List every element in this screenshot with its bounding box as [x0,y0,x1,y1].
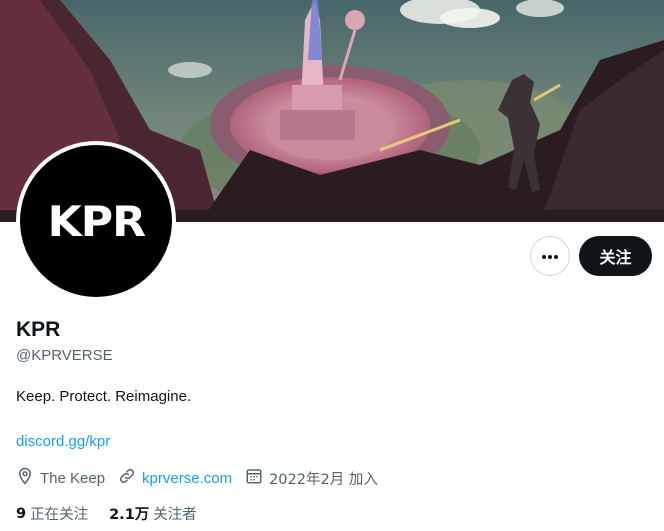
website-item: kprverse.com [118,467,232,489]
profile-handle: @KPRVERSE [16,347,113,364]
follow-button[interactable]: 关注 [579,236,652,276]
profile-name: KPR [16,318,61,341]
calendar-icon [245,467,269,489]
followers-stat[interactable]: 2.1万 关注者 [109,503,197,524]
profile-avatar[interactable]: KPR [16,141,176,301]
location-pin-icon [16,467,40,489]
followers-count: 2.1万 [109,507,150,523]
following-label: 正在关注 [30,507,89,523]
joined-date: 2022年2月 加入 [269,471,378,488]
following-stat[interactable]: 9 正在关注 [16,503,88,524]
avatar-logo-text: KPR [47,196,145,246]
location-item: The Keep [16,467,105,489]
link-icon [118,467,142,489]
following-count: 9 [16,505,27,522]
profile-stats: 9 正在关注 2.1万 关注者 [16,503,218,524]
location-text: The Keep [40,469,106,487]
more-options-button[interactable] [530,236,570,276]
joined-item: 2022年2月 加入 [245,467,378,489]
profile-meta: The Keep kprverse.com 2022年2月 加入 [16,467,391,489]
profile-bio: Keep. Protect. Reimagine. [16,388,192,405]
website-link[interactable]: kprverse.com [142,470,232,487]
followers-label: 关注者 [153,507,197,523]
more-dots-icon [541,247,559,265]
bio-discord-link[interactable]: discord.gg/kpr [16,433,110,450]
